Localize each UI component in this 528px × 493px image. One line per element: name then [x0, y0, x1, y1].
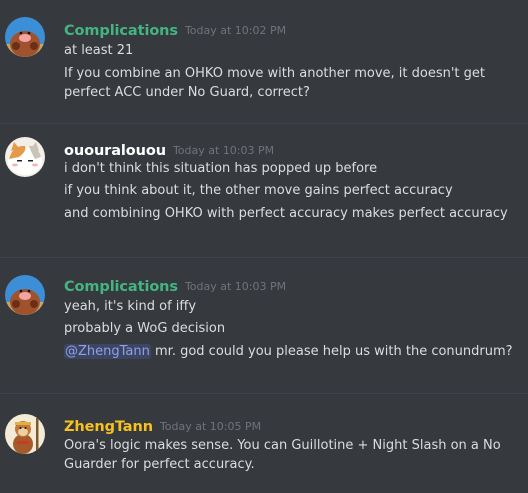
username[interactable]: Complications — [64, 23, 178, 39]
timestamp: Today at 10:02 PM — [184, 24, 287, 37]
user-mention[interactable]: @ZhengTann — [64, 344, 151, 359]
message-header: ZhengTann Today at 10:05 PM — [64, 416, 261, 435]
message-text: probably a WoG decision — [64, 321, 226, 336]
mole-avatar[interactable] — [5, 17, 45, 57]
message-text: If you combine an OHKO move with another… — [64, 66, 485, 100]
message-text: yeah, it's kind of iffy — [64, 299, 197, 314]
message-header: Complications Today at 10:03 PM — [64, 276, 286, 295]
message-text: @ZhengTann mr. god could you please help… — [64, 342, 516, 361]
cat-avatar[interactable] — [5, 137, 45, 177]
message-text: if you think about it, the other move ga… — [64, 183, 453, 198]
message-header: Complications Today at 10:02 PM — [64, 20, 286, 39]
message-text: Oora's logic makes sense. You can Guillo… — [64, 438, 501, 472]
username[interactable]: Complications — [64, 279, 178, 295]
mole-avatar[interactable] — [5, 275, 45, 315]
username[interactable]: ououralouou — [64, 143, 166, 159]
message-text: and combining OHKO with perfect accuracy… — [64, 206, 508, 221]
monkey-avatar[interactable] — [5, 414, 45, 454]
message-group: Complications Today at 10:03 PM yeah, it'… — [0, 257, 528, 394]
message-text: at least 21 — [64, 43, 134, 58]
message-text-after-mention: mr. god could you please help us with th… — [155, 344, 513, 359]
message-text: i don't think this situation has popped … — [64, 161, 378, 176]
message-group: ZhengTann Today at 10:05 PM Oora's logic … — [0, 393, 528, 493]
chat-log: Complications Today at 10:02 PM at least … — [0, 0, 528, 492]
timestamp: Today at 10:05 PM — [159, 420, 262, 433]
timestamp: Today at 10:03 PM — [184, 280, 287, 293]
message-group: ououralouou Today at 10:03 PM i don't thi… — [0, 123, 528, 258]
username[interactable]: ZhengTann — [64, 419, 153, 435]
message-header: ououralouou Today at 10:03 PM — [64, 140, 274, 159]
message-group: Complications Today at 10:02 PM at least … — [0, 0, 528, 123]
timestamp: Today at 10:03 PM — [172, 144, 275, 157]
